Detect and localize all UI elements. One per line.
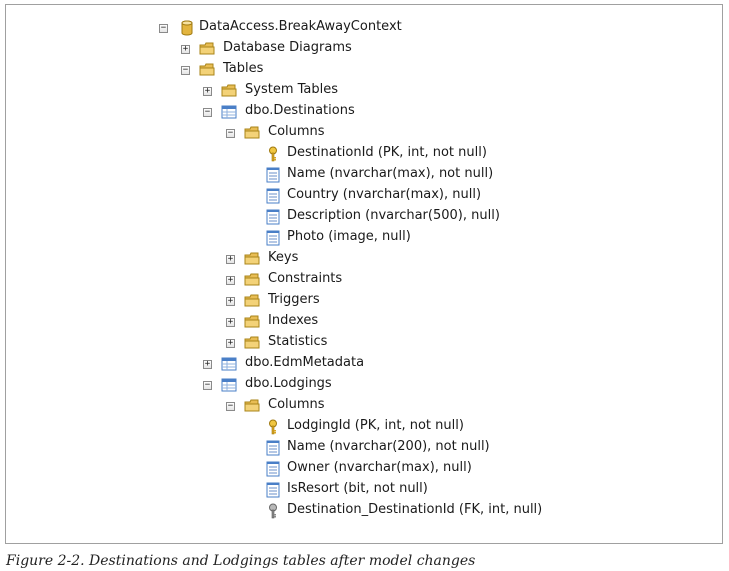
folder-icon xyxy=(244,336,260,349)
column-label: Name (nvarchar(200), not null) xyxy=(287,439,490,454)
column-label: Country (nvarchar(max), null) xyxy=(287,187,482,202)
expand-toggle[interactable]: + xyxy=(226,318,235,327)
column-label: IsResort (bit, not null) xyxy=(287,481,428,496)
folder-icon xyxy=(244,252,260,265)
column-label: Photo (image, null) xyxy=(287,229,411,244)
table-icon xyxy=(221,105,237,119)
indexes-folder-label: Indexes xyxy=(268,313,319,328)
table-name-label: dbo.Lodgings xyxy=(245,376,332,391)
column-label: Destination_DestinationId (FK, int, null… xyxy=(287,502,543,517)
column-label: LodgingId (PK, int, not null) xyxy=(287,418,464,433)
clipped-tree-row xyxy=(246,525,276,531)
folder-icon xyxy=(199,42,215,55)
column-icon xyxy=(266,440,280,456)
collapse-toggle[interactable]: − xyxy=(181,66,190,75)
object-explorer-tree: − DataAccess.BreakAwayContext + Database… xyxy=(5,4,723,544)
column-icon xyxy=(266,188,280,204)
folder-icon xyxy=(199,63,215,76)
table-name-label: dbo.EdmMetadata xyxy=(245,355,365,370)
collapse-toggle[interactable]: − xyxy=(203,108,212,117)
column-icon xyxy=(266,482,280,498)
collapse-toggle[interactable]: − xyxy=(226,402,235,411)
system-tables-label: System Tables xyxy=(245,82,338,97)
table-name-label: dbo.Destinations xyxy=(245,103,355,118)
column-icon xyxy=(266,167,280,183)
primary-key-icon xyxy=(269,419,277,435)
folder-icon xyxy=(244,273,260,286)
column-label: Name (nvarchar(max), not null) xyxy=(287,166,494,181)
figure-caption: Figure 2-2. Destinations and Lodgings ta… xyxy=(6,553,476,569)
primary-key-icon xyxy=(269,146,277,162)
collapse-toggle[interactable]: − xyxy=(159,24,168,33)
keys-folder-label: Keys xyxy=(268,250,299,265)
folder-icon xyxy=(244,399,260,412)
folder-icon xyxy=(244,315,260,328)
expand-toggle[interactable]: + xyxy=(226,276,235,285)
expand-toggle[interactable]: + xyxy=(203,87,212,96)
folder-icon xyxy=(221,84,237,97)
expand-toggle[interactable]: + xyxy=(226,255,235,264)
folder-icon xyxy=(244,126,260,139)
database-icon xyxy=(181,20,193,36)
collapse-toggle[interactable]: − xyxy=(226,129,235,138)
tables-label: Tables xyxy=(223,61,264,76)
constraints-folder-label: Constraints xyxy=(268,271,343,286)
column-label: Owner (nvarchar(max), null) xyxy=(287,460,472,475)
column-label: Description (nvarchar(500), null) xyxy=(287,208,500,223)
expand-toggle[interactable]: + xyxy=(226,339,235,348)
table-icon xyxy=(221,357,237,371)
column-label: DestinationId (PK, int, not null) xyxy=(287,145,487,160)
folder-icon xyxy=(244,294,260,307)
column-icon xyxy=(266,230,280,246)
table-icon xyxy=(221,378,237,392)
column-icon xyxy=(266,209,280,225)
expand-toggle[interactable]: + xyxy=(226,297,235,306)
expand-toggle[interactable]: + xyxy=(181,45,190,54)
statistics-folder-label: Statistics xyxy=(268,334,328,349)
collapse-toggle[interactable]: − xyxy=(203,381,212,390)
database-diagrams-label: Database Diagrams xyxy=(223,40,352,55)
foreign-key-icon xyxy=(269,503,277,519)
columns-folder-label: Columns xyxy=(268,124,325,139)
database-name-label: DataAccess.BreakAwayContext xyxy=(199,19,402,34)
columns-folder-label: Columns xyxy=(268,397,325,412)
column-icon xyxy=(266,461,280,477)
expand-toggle[interactable]: + xyxy=(203,360,212,369)
triggers-folder-label: Triggers xyxy=(268,292,320,307)
